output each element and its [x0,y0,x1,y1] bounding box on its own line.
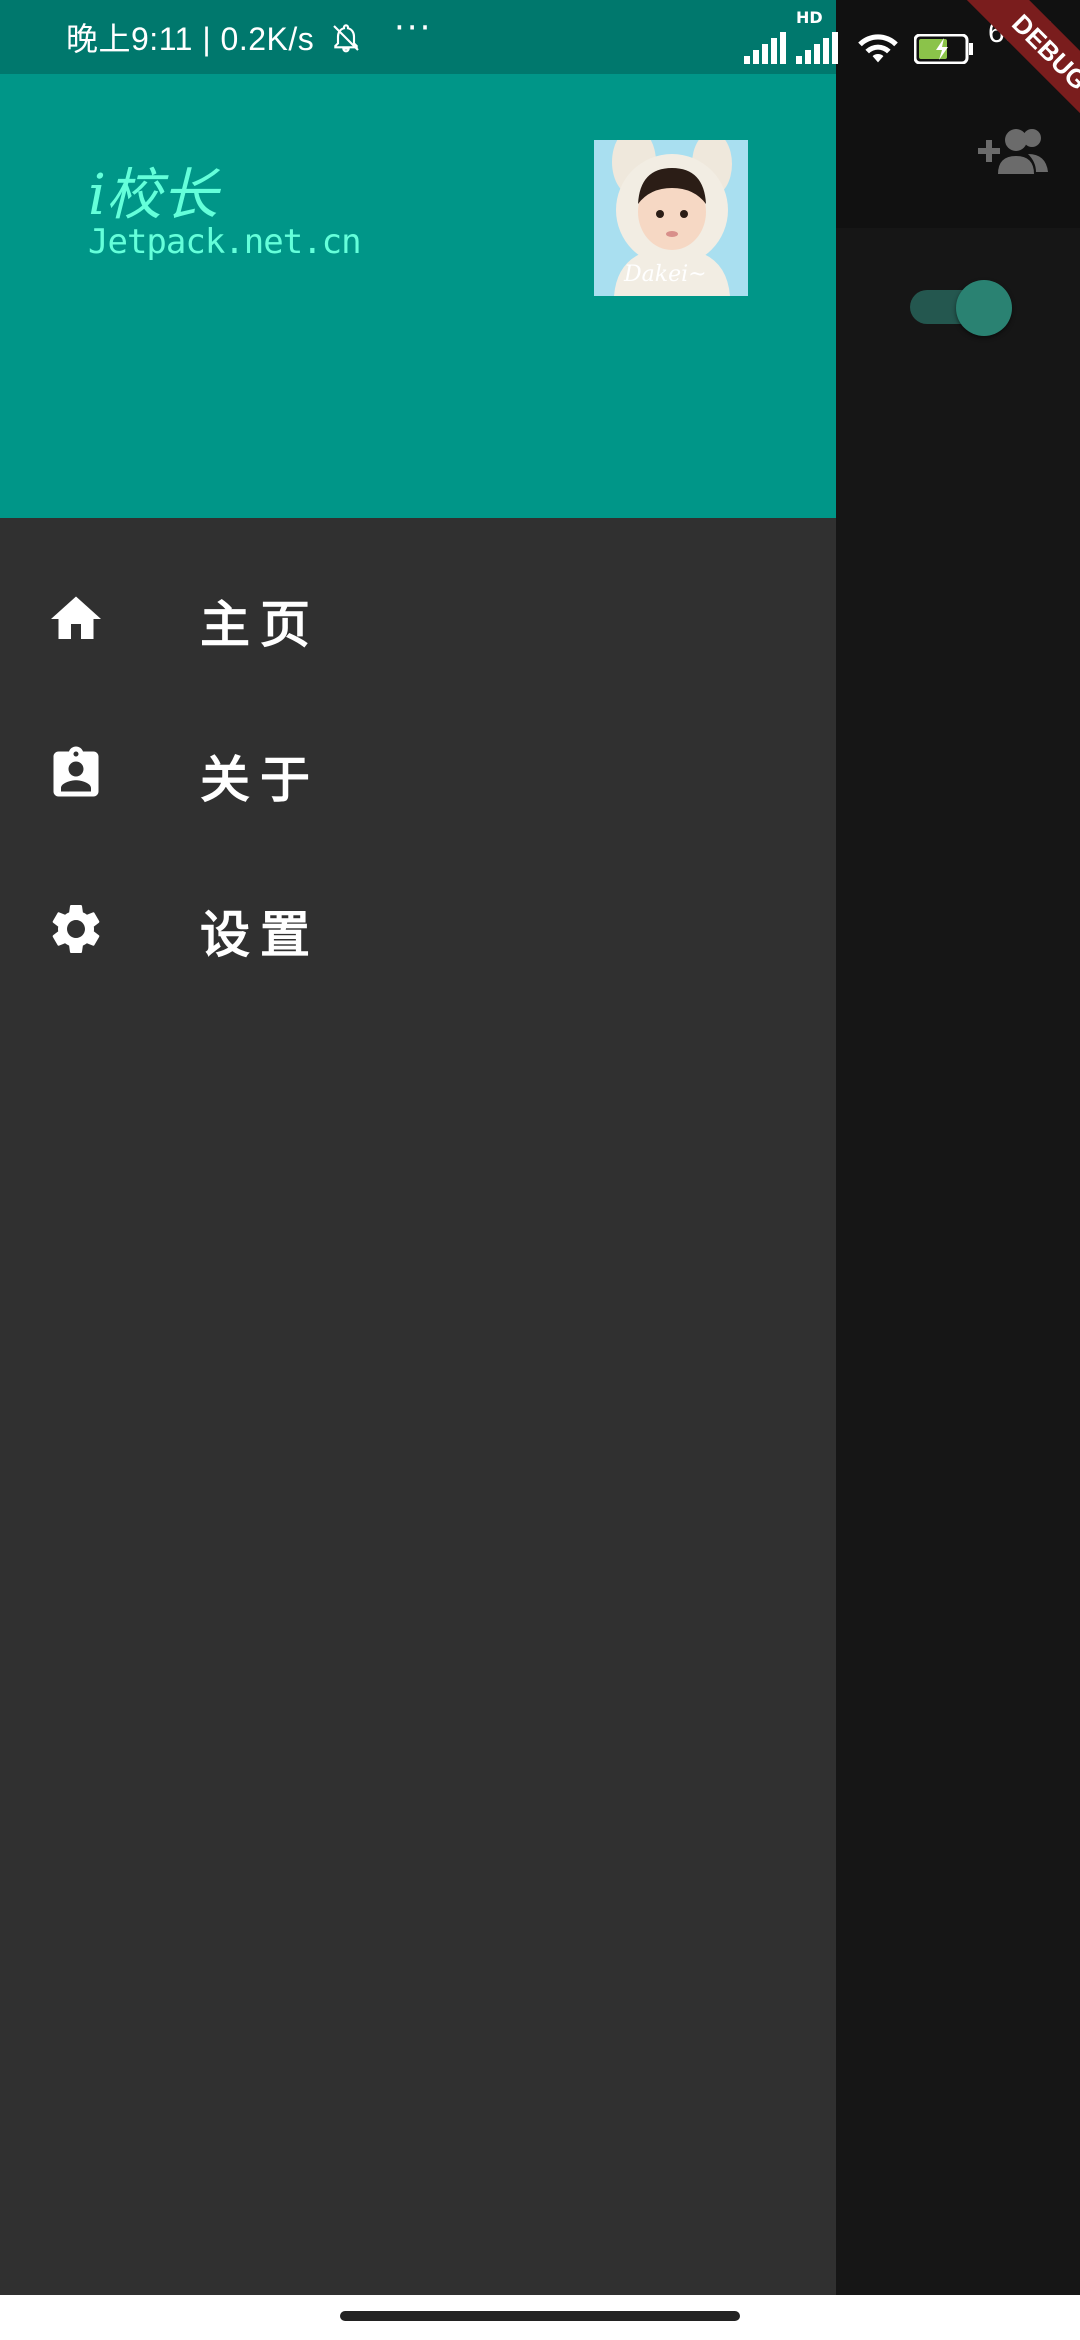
contact-badge-icon [46,744,106,804]
drawer-item-label: 关于 [200,750,320,809]
add-person-icon[interactable] [978,124,1048,178]
status-time-speed: 晚上9:11 | 0.2K/s [66,14,362,63]
account-name: i校长 [88,163,218,228]
drawer-item-label: 设置 [200,905,320,964]
home-icon [46,589,106,649]
drawer-item-home[interactable]: 主页 [0,545,836,695]
signal-icon [744,30,786,68]
system-navigation-bar [0,2295,1080,2340]
wifi-icon [856,30,900,70]
background-toggle-switch[interactable] [910,278,1012,336]
status-bar: 晚上9:11 | 0.2K/s ··· HD 63 % [0,0,1080,74]
status-time: 晚上9:11 [66,21,193,57]
hd-label: HD [796,8,823,27]
avatar-caption: Dakei~ [624,262,707,287]
home-gesture-handle[interactable] [340,2311,740,2321]
drawer-header: i校长 Jetpack.net.cn Dakei~ [0,0,836,518]
account-email: Jetpack.net.cn [88,222,362,262]
drawer-item-settings[interactable]: 设置 [0,855,836,1005]
toggle-thumb [956,280,1012,336]
signal-hd-icon: HD [796,8,840,68]
drawer-item-about[interactable]: 关于 [0,700,836,850]
network-speed: 0.2K/s [220,21,315,57]
bell-off-icon [330,21,362,63]
more-dots-icon: ··· [394,8,433,48]
status-divider: | [192,21,221,57]
battery-icon [913,33,974,68]
avatar[interactable]: Dakei~ [594,140,748,296]
gear-icon [46,899,106,959]
navigation-drawer: i校长 Jetpack.net.cn Dakei~ 主页 关于 设置 [0,0,836,2295]
drawer-item-label: 主页 [200,595,320,654]
